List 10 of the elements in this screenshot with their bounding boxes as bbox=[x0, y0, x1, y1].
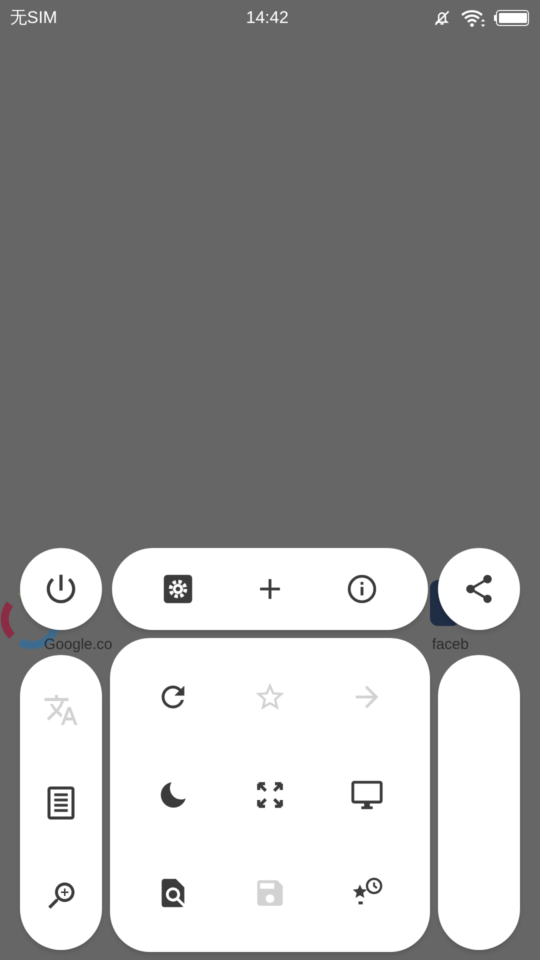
status-time: 14:42 bbox=[246, 7, 289, 30]
info-icon bbox=[345, 572, 379, 606]
bell-off-icon bbox=[432, 8, 452, 28]
monitor-icon bbox=[350, 778, 384, 812]
site-label: faceb bbox=[432, 637, 469, 653]
settings-icon bbox=[161, 572, 195, 606]
wifi-icon bbox=[460, 8, 486, 28]
carrier-label: 无SIM bbox=[10, 7, 58, 30]
battery-icon bbox=[494, 9, 530, 27]
site-label: Google.co bbox=[44, 637, 112, 653]
